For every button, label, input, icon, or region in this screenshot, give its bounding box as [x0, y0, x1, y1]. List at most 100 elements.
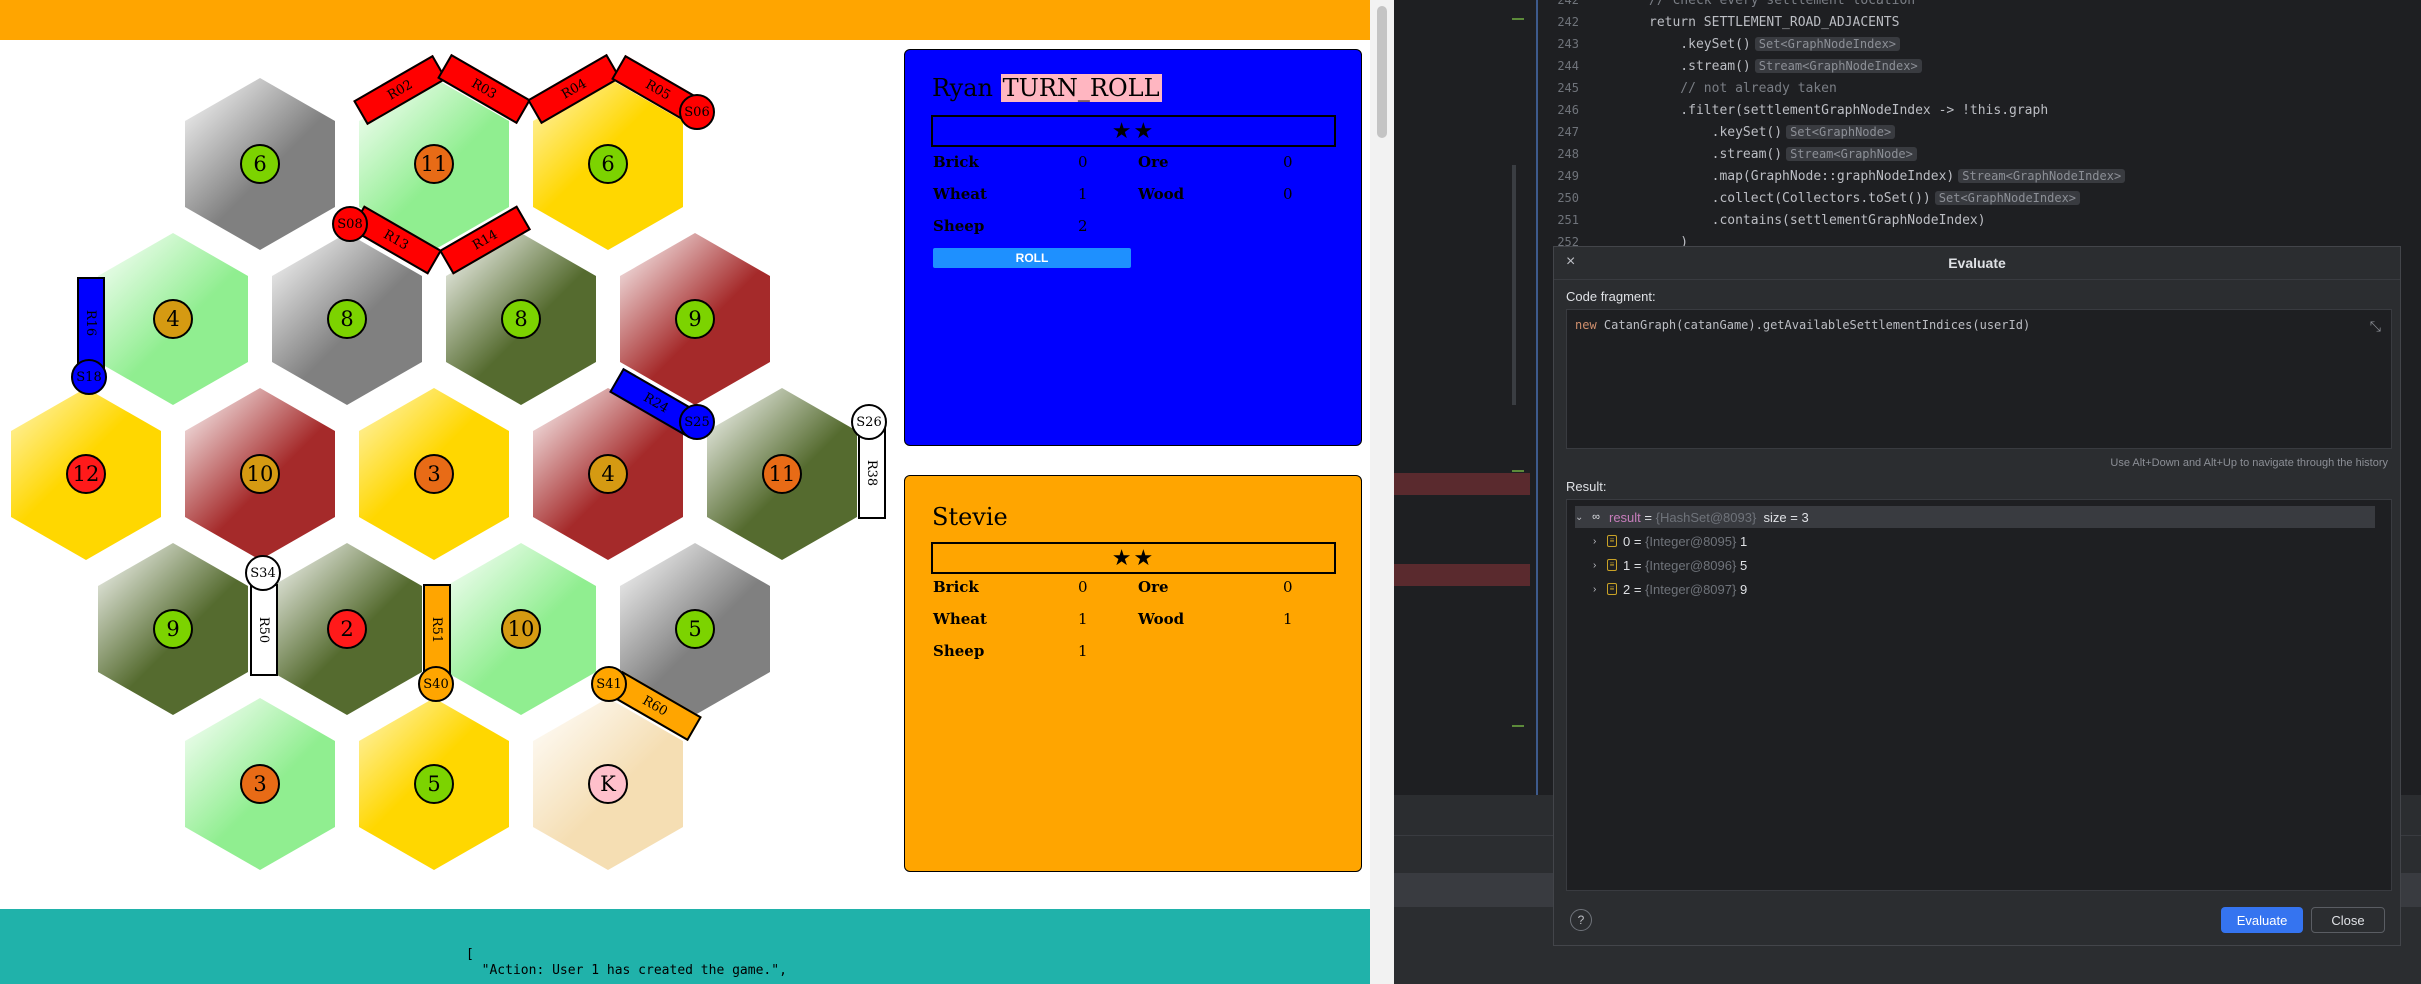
result-label: Result:: [1566, 479, 1607, 494]
result-tree[interactable]: ⌄ ∞ result = {HashSet@8093} size = 3 › ≡ 0…: [1566, 499, 2392, 891]
field-icon: ≡: [1607, 583, 1617, 595]
change-marker: [1512, 18, 1524, 20]
item-type: {Integer@8097}: [1645, 581, 1737, 597]
resource-label-ore: Ore: [1138, 153, 1169, 171]
chevron-right-icon[interactable]: ›: [1593, 584, 1607, 595]
breakpoint-line: [1394, 473, 1530, 495]
number-token[interactable]: 8: [327, 299, 367, 339]
number-token[interactable]: 4: [153, 299, 193, 339]
code-text: .collect(Collectors.toSet()): [1649, 191, 1931, 206]
change-marker: [1512, 470, 1524, 472]
player-name: Stevie: [932, 503, 1008, 531]
code-line[interactable]: 250 .collect(Collectors.toSet()) Set<Grap…: [1539, 187, 2081, 209]
road-r50[interactable]: R50: [250, 584, 278, 676]
code-line[interactable]: 242 // check every settlement location: [1539, 0, 1915, 11]
code-text: // not already taken: [1649, 81, 1837, 96]
code-line[interactable]: 249 .map(GraphNode::graphNodeIndex) Strea…: [1539, 165, 2126, 187]
resource-label-ore: Ore: [1138, 578, 1169, 596]
number-token[interactable]: 3: [414, 454, 454, 494]
roll-button[interactable]: ROLL: [933, 248, 1131, 268]
number-token[interactable]: 2: [327, 609, 367, 649]
code-line[interactable]: 247 .keySet() Set<GraphNode>: [1539, 121, 1896, 143]
number-token[interactable]: K: [588, 764, 628, 804]
turn-phase-badge: TURN_ROLL: [1000, 74, 1162, 102]
close-icon[interactable]: ×: [1566, 253, 1575, 271]
code-fragment-text[interactable]: new CatanGraph(catanGame).getAvailableSe…: [1575, 318, 2030, 332]
settlement-s34[interactable]: S34: [245, 555, 281, 591]
type-hint: Set<GraphNodeIndex>: [1934, 191, 2081, 205]
resource-count-brick: 0: [1078, 578, 1088, 596]
type-hint: Stream<GraphNodeIndex>: [1754, 59, 1922, 73]
code-text: return SETTLEMENT_ROAD_ADJACENTS: [1649, 15, 1900, 30]
number-token[interactable]: 9: [153, 609, 193, 649]
code-text: // check every settlement location: [1649, 0, 1916, 8]
code-text: .map(GraphNode::graphNodeIndex): [1649, 169, 1955, 184]
settlement-s06[interactable]: S06: [679, 94, 715, 130]
number-token[interactable]: 12: [66, 454, 106, 494]
code-line[interactable]: 251 .contains(settlementGraphNodeIndex): [1539, 209, 1985, 231]
line-number: 247: [1557, 125, 1579, 139]
equals-sign: =: [1630, 533, 1646, 549]
type-hint: Stream<GraphNodeIndex>: [1958, 169, 2126, 183]
code-line[interactable]: 243 .keySet() Set<GraphNodeIndex>: [1539, 33, 1901, 55]
player-panel-ryan: Ryan TURN_ROLL ★★ Brick 0 Ore 0 Wheat 1 …: [904, 49, 1362, 446]
item-value: 5: [1739, 557, 1748, 573]
result-item-row[interactable]: › ≡ 1 = {Integer@8096} 5: [1593, 554, 1747, 576]
code-line[interactable]: 248 .stream() Stream<GraphNode>: [1539, 143, 1917, 165]
chevron-down-icon[interactable]: ⌄: [1575, 512, 1589, 523]
settlement-s41[interactable]: S41: [591, 666, 627, 702]
code-fragment-label: Code fragment:: [1566, 289, 1656, 304]
number-token[interactable]: 9: [675, 299, 715, 339]
scrollbar-thumb[interactable]: [1377, 6, 1387, 138]
infinity-icon: ∞: [1592, 511, 1600, 523]
code-fragment-input[interactable]: new CatanGraph(catanGame).getAvailableSe…: [1566, 309, 2392, 449]
code-text: .keySet(): [1649, 125, 1783, 140]
settlement-s26[interactable]: S26: [851, 404, 887, 440]
code-line[interactable]: 245 // not already taken: [1539, 77, 1837, 99]
collapse-icon[interactable]: ⤡: [2370, 318, 2381, 335]
help-button[interactable]: ?: [1570, 909, 1592, 931]
settlement-s08[interactable]: S08: [332, 206, 368, 242]
chevron-right-icon[interactable]: ›: [1593, 560, 1607, 571]
settlement-s18[interactable]: S18: [71, 359, 107, 395]
code-line[interactable]: 246 .filter(settlementGraphNodeIndex -> …: [1539, 99, 2048, 121]
code-line[interactable]: 244 .stream() Stream<GraphNodeIndex>: [1539, 55, 1922, 77]
item-index: 1: [1623, 557, 1631, 573]
code-text: .filter(settlementGraphNodeIndex -> !thi…: [1649, 103, 2049, 118]
road-r38[interactable]: R38: [858, 427, 886, 519]
evaluate-dialog: Evaluate × Code fragment: new CatanGraph…: [1553, 246, 2401, 946]
number-token[interactable]: 10: [501, 609, 541, 649]
result-root-row[interactable]: ⌄ ∞ result = {HashSet@8093} size = 3: [1575, 506, 2375, 528]
number-token[interactable]: 10: [240, 454, 280, 494]
code-text: .keySet(): [1649, 37, 1751, 52]
equals-sign: =: [1630, 581, 1646, 597]
road-r51[interactable]: R51: [423, 584, 451, 676]
settlement-s40[interactable]: S40: [418, 666, 454, 702]
number-token[interactable]: 3: [240, 764, 280, 804]
number-token[interactable]: 5: [675, 609, 715, 649]
expression: CatanGraph(catanGame).getAvailableSettle…: [1596, 318, 2031, 332]
number-token[interactable]: 8: [501, 299, 541, 339]
number-token[interactable]: 4: [588, 454, 628, 494]
close-button[interactable]: Close: [2311, 907, 2385, 933]
number-token[interactable]: 11: [762, 454, 802, 494]
code-line[interactable]: 242 return SETTLEMENT_ROAD_ADJACENTS: [1539, 11, 1899, 33]
number-token[interactable]: 11: [414, 144, 454, 184]
settlement-s25[interactable]: S25: [679, 404, 715, 440]
page-scrollbar[interactable]: [1370, 0, 1394, 984]
resource-count-ore: 0: [1283, 153, 1293, 171]
resource-label-sheep: Sheep: [933, 217, 985, 235]
field-icon: ≡: [1607, 559, 1617, 571]
road-r16[interactable]: R16: [77, 277, 105, 369]
resource-count-wheat: 1: [1078, 610, 1088, 628]
number-token[interactable]: 5: [414, 764, 454, 804]
catan-board: 6 11 6 4 8 8 9 12 10 3 4 11 9 2 10 5 3 5 K R02 R03 R04 R05 R13 R…: [0, 40, 900, 909]
line-number: 248: [1557, 147, 1579, 161]
result-item-row[interactable]: › ≡ 0 = {Integer@8095} 1: [1593, 530, 1747, 552]
number-token[interactable]: 6: [240, 144, 280, 184]
number-token[interactable]: 6: [588, 144, 628, 184]
chevron-right-icon[interactable]: ›: [1593, 536, 1607, 547]
result-item-row[interactable]: › ≡ 2 = {Integer@8097} 9: [1593, 578, 1747, 600]
evaluate-button[interactable]: Evaluate: [2221, 907, 2303, 933]
